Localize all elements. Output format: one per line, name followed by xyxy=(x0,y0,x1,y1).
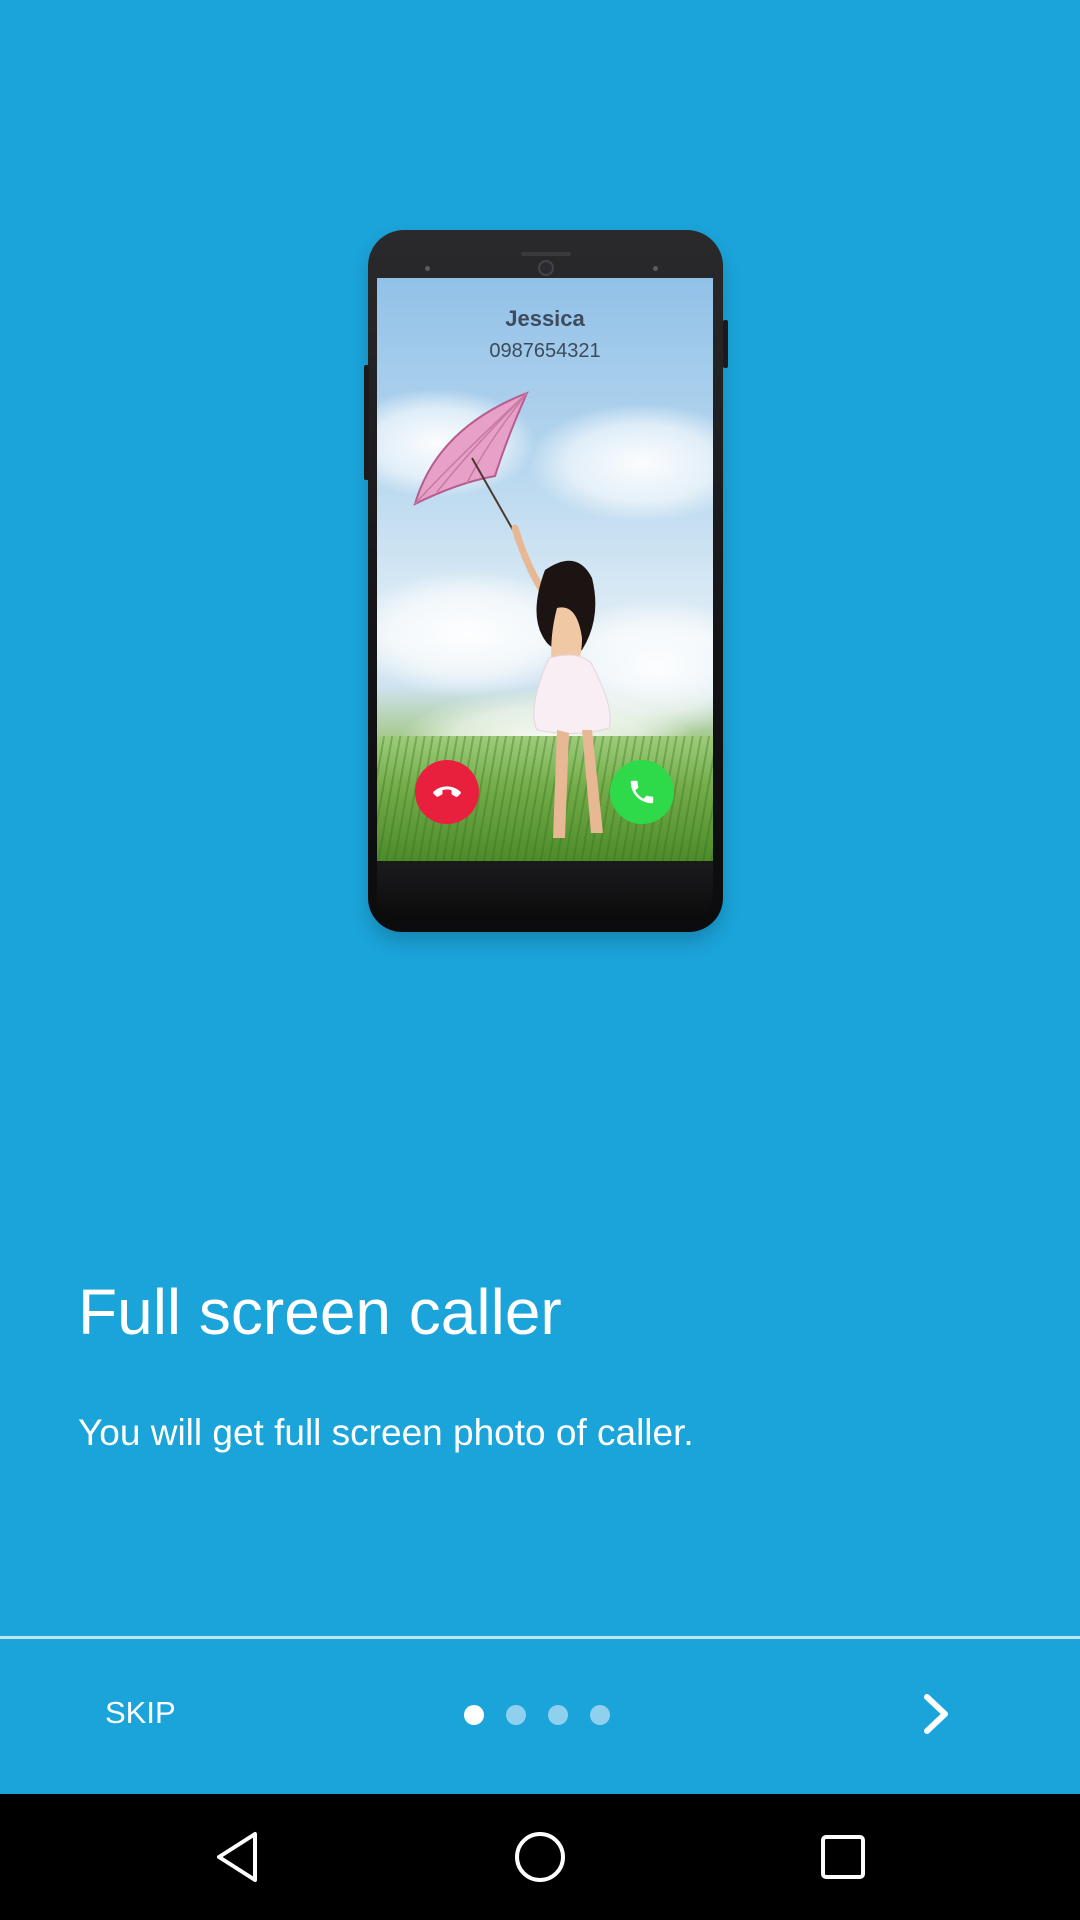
phone-sensor-dot xyxy=(425,266,430,271)
back-triangle-icon xyxy=(217,1832,257,1882)
page-dot-active xyxy=(464,1705,484,1725)
home-button[interactable] xyxy=(510,1827,570,1887)
phone-hangup-icon xyxy=(433,786,461,797)
phone-illustration: Jessica 0987654321 xyxy=(364,230,728,932)
onboarding-screen: Jessica 0987654321 Full screen caller Yo… xyxy=(0,0,1080,1794)
system-navigation-bar xyxy=(0,1794,1080,1920)
caller-name: Jessica xyxy=(505,306,585,331)
back-button[interactable] xyxy=(208,1827,268,1887)
phone-screen: Jessica 0987654321 xyxy=(377,278,713,861)
phone-sensor-dot xyxy=(653,266,658,271)
phone-chin xyxy=(377,861,713,921)
phone-power-button xyxy=(723,320,728,368)
page-description: You will get full screen photo of caller… xyxy=(78,1412,694,1453)
accept-call-button xyxy=(610,760,674,824)
phone-side-button xyxy=(364,365,369,480)
phone-camera-icon xyxy=(538,260,554,276)
page-indicator xyxy=(464,1705,610,1725)
decline-call-button xyxy=(415,760,479,824)
chevron-right-icon xyxy=(924,1694,948,1734)
page-title: Full screen caller xyxy=(78,1276,562,1348)
page-dot xyxy=(548,1705,568,1725)
phone-accept-icon xyxy=(630,780,654,804)
caller-number: 0987654321 xyxy=(489,340,601,362)
page-dot xyxy=(506,1705,526,1725)
recents-button[interactable] xyxy=(813,1827,873,1887)
skip-button[interactable]: SKIP xyxy=(105,1695,176,1731)
recents-square-icon xyxy=(821,1835,865,1879)
phone-speaker xyxy=(521,252,571,256)
home-circle-icon xyxy=(515,1832,565,1882)
page-dot xyxy=(590,1705,610,1725)
next-button[interactable] xyxy=(910,1683,962,1745)
footer-divider xyxy=(0,1636,1080,1639)
